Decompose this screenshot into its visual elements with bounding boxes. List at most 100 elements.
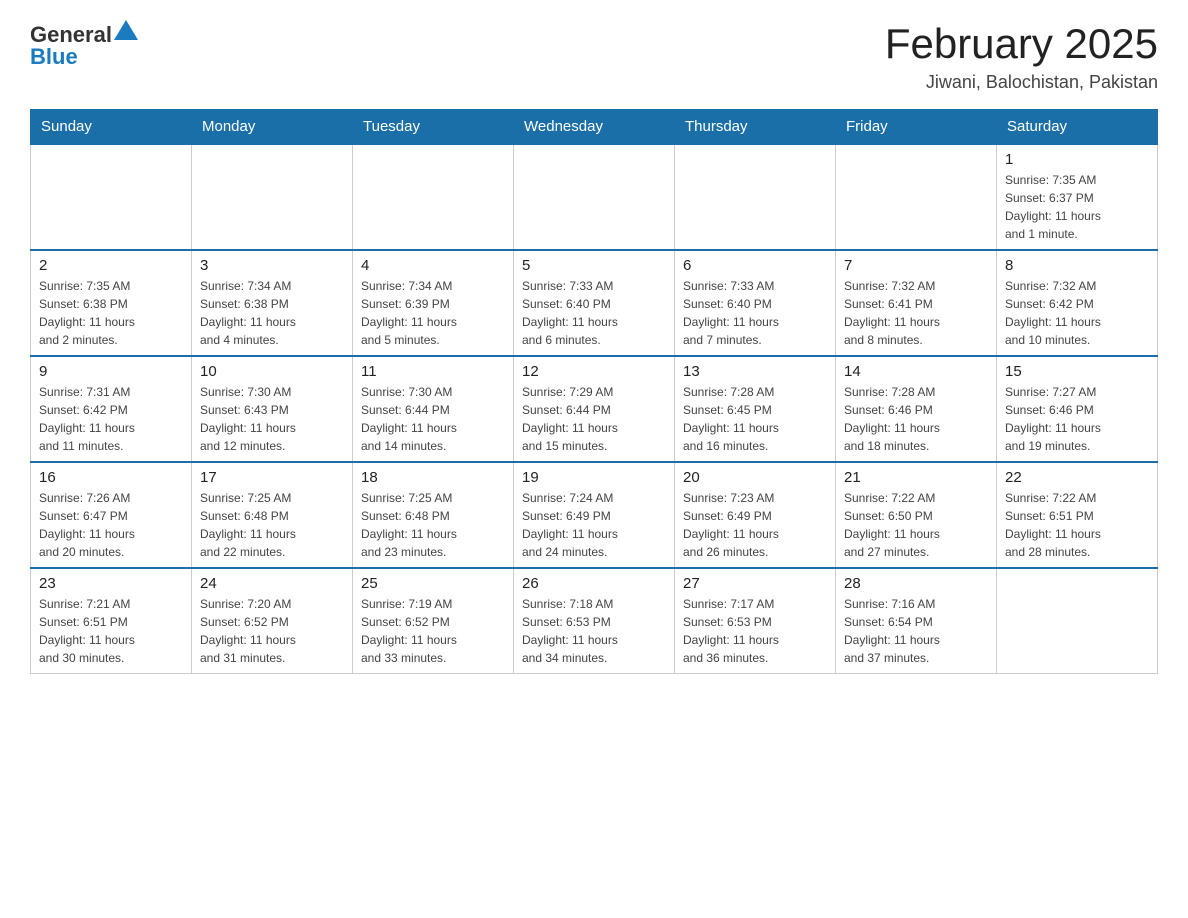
day-number: 17 <box>200 469 344 486</box>
day-number: 19 <box>522 469 666 486</box>
day-number: 8 <box>1005 257 1149 274</box>
calendar-week-row: 23 Sunrise: 7:21 AM Sunset: 6:51 PM Dayli… <box>31 568 1158 674</box>
table-row <box>997 568 1158 674</box>
table-row: 14Sunrise: 7:28 AM Sunset: 6:46 PM Dayli… <box>836 356 997 462</box>
day-number: 9 <box>39 363 183 380</box>
day-info: Sunrise: 7:22 AM Sunset: 6:50 PM Dayligh… <box>844 489 988 561</box>
table-row: 1Sunrise: 7:35 AM Sunset: 6:37 PM Daylig… <box>997 144 1158 250</box>
day-number: 21 <box>844 469 988 486</box>
table-row <box>675 144 836 250</box>
logo-triangle-icon <box>114 20 138 40</box>
day-info: Sunrise: 7:21 AM Sunset: 6:51 PM Dayligh… <box>39 595 183 667</box>
table-row: 17 Sunrise: 7:25 AM Sunset: 6:48 PM Dayli… <box>192 462 353 568</box>
location-subtitle: Jiwani, Balochistan, Pakistan <box>885 72 1158 93</box>
day-info: Sunrise: 7:30 AM Sunset: 6:43 PM Dayligh… <box>200 383 344 455</box>
table-row: 2 Sunrise: 7:35 AM Sunset: 6:38 PM Daylig… <box>31 250 192 356</box>
day-info: Sunrise: 7:24 AM Sunset: 6:49 PM Dayligh… <box>522 489 666 561</box>
table-row: 4Sunrise: 7:34 AM Sunset: 6:39 PM Daylig… <box>353 250 514 356</box>
day-number: 24 <box>200 575 344 592</box>
day-number: 10 <box>200 363 344 380</box>
calendar-week-row: 16 Sunrise: 7:26 AM Sunset: 6:47 PM Dayli… <box>31 462 1158 568</box>
day-number: 11 <box>361 363 505 380</box>
table-row: 5 Sunrise: 7:33 AM Sunset: 6:40 PM Daylig… <box>514 250 675 356</box>
day-number: 1 <box>1005 151 1149 168</box>
day-number: 4 <box>361 257 505 274</box>
day-number: 13 <box>683 363 827 380</box>
day-number: 22 <box>1005 469 1149 486</box>
table-row: 10 Sunrise: 7:30 AM Sunset: 6:43 PM Dayli… <box>192 356 353 462</box>
day-info: Sunrise: 7:17 AM Sunset: 6:53 PM Dayligh… <box>683 595 827 667</box>
day-number: 20 <box>683 469 827 486</box>
table-row: 8 Sunrise: 7:32 AM Sunset: 6:42 PM Daylig… <box>997 250 1158 356</box>
table-row: 23 Sunrise: 7:21 AM Sunset: 6:51 PM Dayli… <box>31 568 192 674</box>
calendar-week-row: 1Sunrise: 7:35 AM Sunset: 6:37 PM Daylig… <box>31 144 1158 250</box>
day-number: 2 <box>39 257 183 274</box>
calendar-table: Sunday Monday Tuesday Wednesday Thursday… <box>30 109 1158 674</box>
header-monday: Monday <box>192 110 353 145</box>
table-row: 26Sunrise: 7:18 AM Sunset: 6:53 PM Dayli… <box>514 568 675 674</box>
day-number: 18 <box>361 469 505 486</box>
day-info: Sunrise: 7:33 AM Sunset: 6:40 PM Dayligh… <box>522 277 666 349</box>
table-row: 11 Sunrise: 7:30 AM Sunset: 6:44 PM Dayli… <box>353 356 514 462</box>
table-row: 24 Sunrise: 7:20 AM Sunset: 6:52 PM Dayli… <box>192 568 353 674</box>
day-number: 28 <box>844 575 988 592</box>
day-info: Sunrise: 7:30 AM Sunset: 6:44 PM Dayligh… <box>361 383 505 455</box>
day-info: Sunrise: 7:22 AM Sunset: 6:51 PM Dayligh… <box>1005 489 1149 561</box>
day-number: 23 <box>39 575 183 592</box>
table-row <box>353 144 514 250</box>
day-number: 3 <box>200 257 344 274</box>
page-header: General Blue February 2025 Jiwani, Baloc… <box>30 20 1158 93</box>
table-row: 7Sunrise: 7:32 AM Sunset: 6:41 PM Daylig… <box>836 250 997 356</box>
table-row <box>514 144 675 250</box>
table-row <box>31 144 192 250</box>
day-number: 15 <box>1005 363 1149 380</box>
header-sunday: Sunday <box>31 110 192 145</box>
day-info: Sunrise: 7:25 AM Sunset: 6:48 PM Dayligh… <box>361 489 505 561</box>
day-info: Sunrise: 7:26 AM Sunset: 6:47 PM Dayligh… <box>39 489 183 561</box>
table-row: 6Sunrise: 7:33 AM Sunset: 6:40 PM Daylig… <box>675 250 836 356</box>
calendar-header-row: Sunday Monday Tuesday Wednesday Thursday… <box>31 110 1158 145</box>
table-row: 12Sunrise: 7:29 AM Sunset: 6:44 PM Dayli… <box>514 356 675 462</box>
day-info: Sunrise: 7:32 AM Sunset: 6:42 PM Dayligh… <box>1005 277 1149 349</box>
day-info: Sunrise: 7:35 AM Sunset: 6:38 PM Dayligh… <box>39 277 183 349</box>
day-info: Sunrise: 7:27 AM Sunset: 6:46 PM Dayligh… <box>1005 383 1149 455</box>
day-number: 16 <box>39 469 183 486</box>
table-row: 3 Sunrise: 7:34 AM Sunset: 6:38 PM Daylig… <box>192 250 353 356</box>
title-section: February 2025 Jiwani, Balochistan, Pakis… <box>885 20 1158 93</box>
table-row: 13 Sunrise: 7:28 AM Sunset: 6:45 PM Dayli… <box>675 356 836 462</box>
table-row: 25Sunrise: 7:19 AM Sunset: 6:52 PM Dayli… <box>353 568 514 674</box>
day-info: Sunrise: 7:33 AM Sunset: 6:40 PM Dayligh… <box>683 277 827 349</box>
day-info: Sunrise: 7:19 AM Sunset: 6:52 PM Dayligh… <box>361 595 505 667</box>
calendar-week-row: 9 Sunrise: 7:31 AM Sunset: 6:42 PM Daylig… <box>31 356 1158 462</box>
day-info: Sunrise: 7:25 AM Sunset: 6:48 PM Dayligh… <box>200 489 344 561</box>
header-thursday: Thursday <box>675 110 836 145</box>
month-title: February 2025 <box>885 20 1158 68</box>
logo-wordmark: General Blue <box>30 20 138 70</box>
table-row: 15 Sunrise: 7:27 AM Sunset: 6:46 PM Dayli… <box>997 356 1158 462</box>
day-number: 12 <box>522 363 666 380</box>
table-row: 16 Sunrise: 7:26 AM Sunset: 6:47 PM Dayli… <box>31 462 192 568</box>
table-row: 22 Sunrise: 7:22 AM Sunset: 6:51 PM Dayli… <box>997 462 1158 568</box>
table-row <box>836 144 997 250</box>
table-row: 20 Sunrise: 7:23 AM Sunset: 6:49 PM Dayli… <box>675 462 836 568</box>
header-tuesday: Tuesday <box>353 110 514 145</box>
table-row <box>192 144 353 250</box>
day-info: Sunrise: 7:34 AM Sunset: 6:38 PM Dayligh… <box>200 277 344 349</box>
header-friday: Friday <box>836 110 997 145</box>
day-info: Sunrise: 7:28 AM Sunset: 6:45 PM Dayligh… <box>683 383 827 455</box>
day-info: Sunrise: 7:31 AM Sunset: 6:42 PM Dayligh… <box>39 383 183 455</box>
day-number: 7 <box>844 257 988 274</box>
day-info: Sunrise: 7:20 AM Sunset: 6:52 PM Dayligh… <box>200 595 344 667</box>
table-row: 27 Sunrise: 7:17 AM Sunset: 6:53 PM Dayli… <box>675 568 836 674</box>
day-number: 5 <box>522 257 666 274</box>
day-info: Sunrise: 7:16 AM Sunset: 6:54 PM Dayligh… <box>844 595 988 667</box>
day-info: Sunrise: 7:18 AM Sunset: 6:53 PM Dayligh… <box>522 595 666 667</box>
table-row: 9 Sunrise: 7:31 AM Sunset: 6:42 PM Daylig… <box>31 356 192 462</box>
table-row: 28 Sunrise: 7:16 AM Sunset: 6:54 PM Dayli… <box>836 568 997 674</box>
day-number: 27 <box>683 575 827 592</box>
header-wednesday: Wednesday <box>514 110 675 145</box>
logo: General Blue <box>30 20 138 70</box>
calendar-week-row: 2 Sunrise: 7:35 AM Sunset: 6:38 PM Daylig… <box>31 250 1158 356</box>
header-saturday: Saturday <box>997 110 1158 145</box>
day-info: Sunrise: 7:23 AM Sunset: 6:49 PM Dayligh… <box>683 489 827 561</box>
